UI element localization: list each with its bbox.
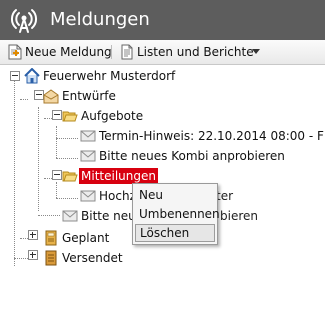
tree-node-label-tail: bieren	[220, 209, 258, 223]
collapse-toggle[interactable]	[52, 170, 62, 180]
envelope-icon	[80, 130, 96, 142]
house-icon	[24, 68, 40, 84]
tree-line	[56, 198, 78, 199]
tree-line	[56, 138, 78, 139]
toolbar-divider	[111, 45, 112, 59]
envelope-icon	[80, 190, 96, 202]
context-menu: Neu Umbenennen Löschen	[132, 183, 220, 245]
tree-line	[14, 80, 15, 266]
chevron-down-icon	[252, 49, 260, 54]
context-menu-rename[interactable]: Umbenennen	[135, 205, 220, 223]
context-menu-delete[interactable]: Löschen	[135, 224, 215, 242]
envelope-icon	[62, 210, 78, 222]
expand-toggle[interactable]	[28, 250, 38, 260]
collapse-toggle[interactable]	[52, 110, 62, 120]
archive-icon	[45, 250, 57, 266]
broadcast-icon	[10, 9, 38, 33]
tree-line	[56, 158, 78, 159]
calendar-icon	[45, 230, 57, 246]
tree-line	[44, 118, 52, 119]
tree-line	[56, 182, 57, 198]
tree-line	[20, 99, 28, 100]
collapse-toggle[interactable]	[10, 71, 20, 81]
tree-node-label: Entwürfe	[62, 89, 116, 103]
tree-node-label-tail: ter	[216, 189, 234, 203]
expand-toggle[interactable]	[28, 230, 38, 240]
tree-node-label: Aufgebote	[81, 109, 144, 123]
context-menu-new[interactable]: Neu	[135, 186, 215, 204]
tree-line	[56, 126, 57, 158]
new-message-label: Neue Meldung	[25, 45, 112, 59]
tree-node-label: Termin-Hinweis: 22.10.2014 08:00 - F	[99, 129, 324, 143]
tree-line	[20, 238, 28, 239]
envelope-open-icon	[43, 89, 59, 104]
folder-open-icon	[62, 111, 78, 122]
tree-node-label-selected: Mitteilungen	[79, 168, 158, 184]
new-document-icon	[8, 44, 22, 60]
tree-line	[14, 258, 28, 259]
tree-line	[38, 215, 60, 216]
tree-line	[38, 107, 39, 211]
tree-node-label: Bitte neu	[81, 209, 136, 223]
tree-node-label: Feuerwehr Musterdorf	[43, 69, 176, 83]
folder-open-icon	[62, 171, 78, 182]
lists-reports-label: Listen und Berichte	[137, 45, 254, 59]
tree-node-label: Versendet	[62, 251, 123, 265]
tree-node-label: Geplant	[62, 231, 110, 245]
tree-node-label: Bitte neues Kombi anprobieren	[99, 149, 285, 163]
document-icon	[121, 44, 133, 60]
tree-node-label: Hochz	[99, 189, 136, 203]
toolbar: Neue Meldung Listen und Berichte	[0, 40, 325, 65]
app-header: Meldungen	[0, 0, 325, 40]
envelope-icon	[80, 150, 96, 162]
page-title: Meldungen	[50, 9, 150, 30]
tree-line	[44, 178, 52, 179]
